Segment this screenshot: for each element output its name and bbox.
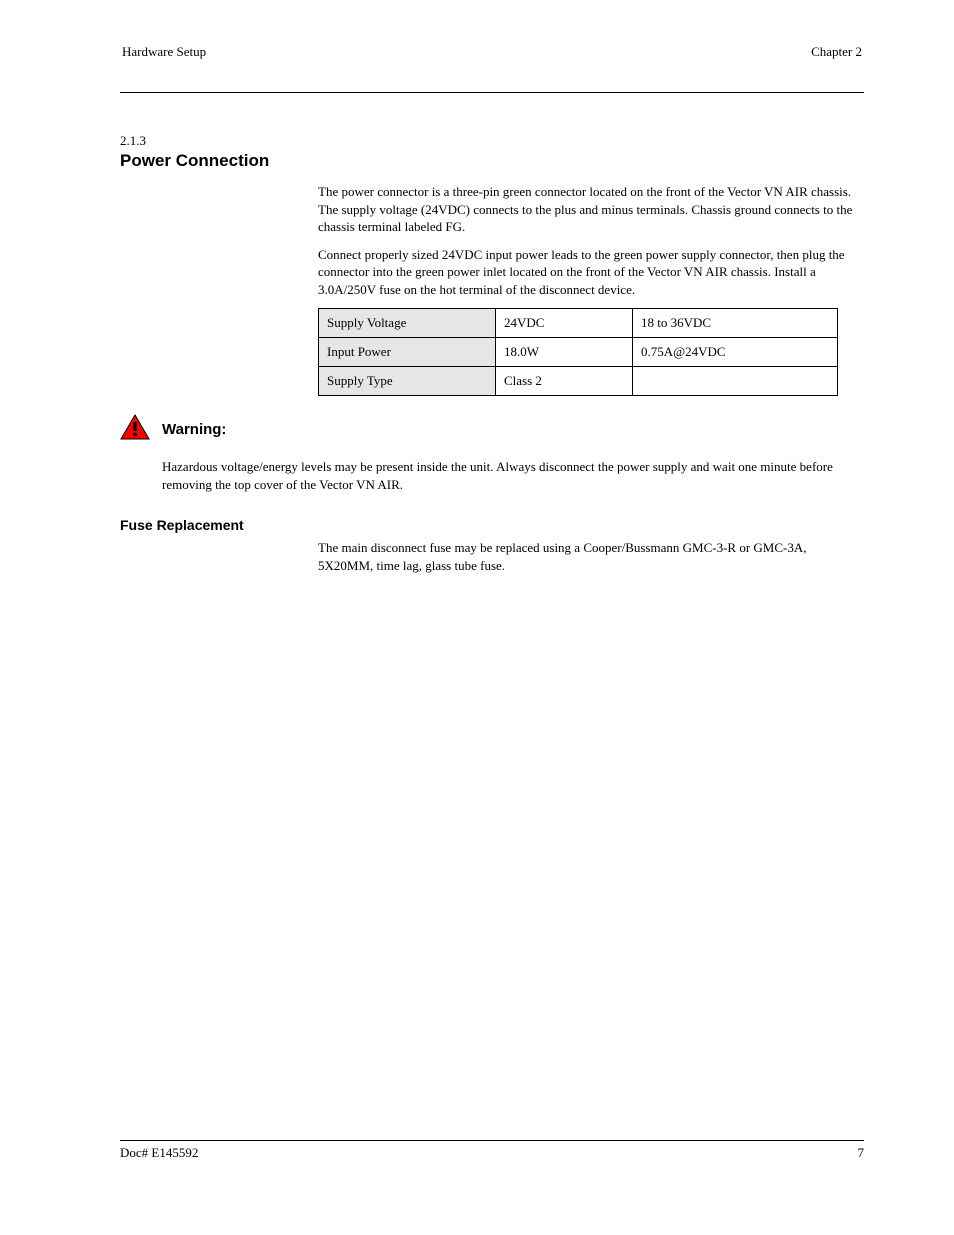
footer-rule — [120, 1140, 864, 1141]
footer-doc: Doc# E145592 — [120, 1145, 198, 1161]
paragraph-1: The power connector is a three-pin green… — [318, 183, 864, 236]
cell-label: Supply Voltage — [319, 309, 496, 338]
paragraph-2: Connect properly sized 24VDC input power… — [318, 246, 864, 299]
spec-table: Supply Voltage 24VDC 18 to 36VDC Input P… — [318, 308, 838, 396]
cell-value: 0.75A@24VDC — [633, 338, 838, 367]
cell-value: 18.0W — [496, 338, 633, 367]
cell-label: Supply Type — [319, 367, 496, 396]
section-title: Power Connection — [120, 151, 864, 171]
warning-label: Warning: — [162, 421, 226, 438]
footer-page: 7 — [858, 1145, 865, 1161]
fuse-heading: Fuse Replacement — [120, 517, 864, 533]
cell-value — [633, 367, 838, 396]
warning-text: Hazardous voltage/energy levels may be p… — [162, 458, 864, 493]
table-row: Supply Voltage 24VDC 18 to 36VDC — [319, 309, 838, 338]
header-left: Hardware Setup — [122, 44, 206, 60]
cell-value: Class 2 — [496, 367, 633, 396]
header-right: Chapter 2 — [811, 44, 862, 60]
cell-value: 24VDC — [496, 309, 633, 338]
fuse-text: The main disconnect fuse may be replaced… — [318, 539, 864, 574]
table-row: Supply Type Class 2 — [319, 367, 838, 396]
cell-value: 18 to 36VDC — [633, 309, 838, 338]
table-row: Input Power 18.0W 0.75A@24VDC — [319, 338, 838, 367]
header-rule — [120, 92, 864, 93]
footer: Doc# E145592 7 — [120, 1140, 864, 1161]
warning-icon — [120, 414, 150, 445]
section-number: 2.1.3 — [120, 133, 864, 149]
cell-label: Input Power — [319, 338, 496, 367]
